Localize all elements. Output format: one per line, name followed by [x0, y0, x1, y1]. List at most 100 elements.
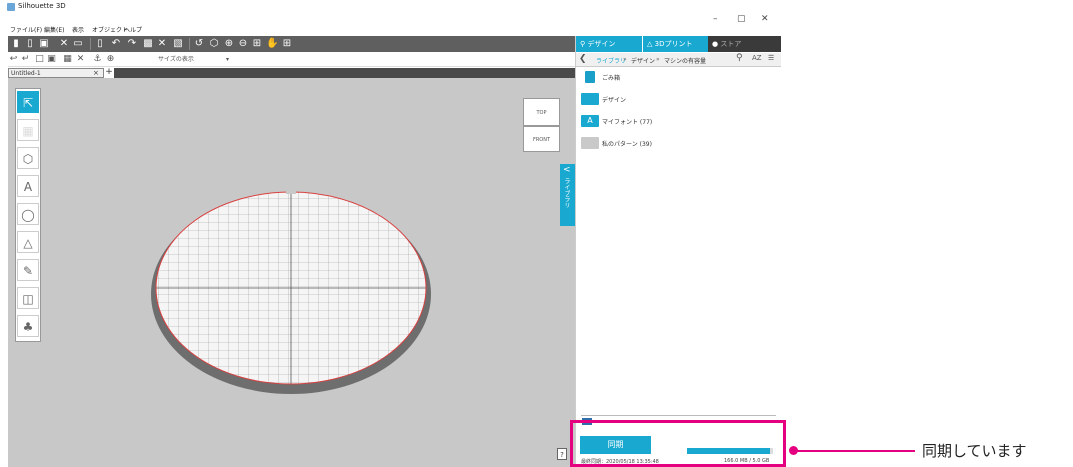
shape-tool-icon[interactable]: ◯ [17, 203, 39, 225]
document-tab-label: Untitled-1 [11, 70, 41, 77]
folder-icon [581, 93, 599, 105]
menu-file[interactable]: ファイル(F) [10, 25, 42, 34]
library-item-my-fonts[interactable]: A マイフォント (77) [576, 111, 781, 133]
panel-tabs: ⚲ デザイン △ 3Dプリント ● ストア [576, 36, 781, 52]
zoom-in-icon[interactable]: ⊕ [223, 38, 235, 50]
list-view-icon[interactable]: ☰ [768, 54, 774, 62]
edit-shape-icon[interactable]: ▧ [172, 38, 184, 50]
chevron-left-icon: < [563, 165, 571, 175]
cube-tool-icon[interactable]: ⬡ [17, 147, 39, 169]
delete-icon[interactable]: ✕ [156, 38, 168, 50]
chevron-down-icon: ▾ [226, 56, 230, 63]
anchor-icon[interactable]: ⚓ [92, 54, 103, 65]
breadcrumb-separator: » [623, 56, 627, 63]
arrow-up-icon[interactable]: ↵ [20, 54, 31, 65]
replicate-icon[interactable]: ▦ [62, 54, 73, 65]
view-cube-front[interactable]: FRONT [523, 126, 560, 152]
help-icon[interactable]: ? [557, 448, 567, 460]
align-icon[interactable]: □ [34, 54, 45, 65]
main-toolbar: ▮ ▯ ▣ ✕ ▭ ▯ ↶ ↷ ▩ ✕ ▧ ↺ ⬡ ⊕ ⊖ ⊞ ✋ ⊞ [8, 36, 575, 52]
library-toggle-button[interactable]: < ライブラリ [560, 164, 575, 226]
copy-icon[interactable]: ▭ [72, 38, 84, 50]
paste-icon[interactable]: ▯ [94, 38, 106, 50]
print-bed-grid [151, 188, 431, 394]
3d-view-icon[interactable]: ⬡ [208, 38, 220, 50]
panel-divider [581, 415, 776, 416]
menu-bar: ファイル(F) 編集(E) 表示 オブジェクト ヘルプ [0, 23, 780, 35]
pattern-icon [581, 137, 599, 149]
menu-edit[interactable]: 編集(E) [44, 25, 64, 34]
globe-icon: ⚲ [580, 40, 586, 48]
document-tab-strip: Untitled-1 × + [8, 68, 575, 78]
menu-object[interactable]: オブジェクト [92, 25, 128, 34]
size-display-select[interactable]: サイズの表示 ▾ [156, 54, 236, 65]
store-icon: ● [712, 40, 719, 48]
extrude-tool-icon[interactable]: △ [17, 231, 39, 253]
toolbar-separator [189, 38, 190, 50]
open-folder-icon[interactable]: ▯ [24, 38, 36, 50]
zoom-box-icon[interactable]: ⊞ [281, 38, 293, 50]
library-item-label: ごみ箱 [602, 75, 621, 82]
cut-icon[interactable]: ✕ [58, 38, 70, 50]
redo-icon[interactable]: ↷ [126, 38, 138, 50]
point-edit-tool-icon[interactable]: ▦ [17, 119, 39, 141]
font-icon: A [581, 115, 599, 127]
group-icon[interactable]: ▣ [46, 54, 57, 65]
breadcrumb-machine-storage[interactable]: マシンの有容量 [664, 56, 706, 65]
new-file-icon[interactable]: ▮ [10, 38, 22, 50]
zoom-out-icon[interactable]: ⊖ [237, 38, 249, 50]
text-tool-icon[interactable]: A [17, 175, 39, 197]
tab-store[interactable]: ● ストア [708, 36, 781, 52]
stamp-tool-icon[interactable]: ♣ [17, 315, 39, 337]
library-item-label: 私のパターン (39) [602, 141, 652, 148]
tab-store-label: ストア [720, 40, 742, 48]
app-title: Silhouette 3D [18, 2, 66, 10]
menu-help[interactable]: ヘルプ [124, 25, 142, 34]
trash-icon [585, 71, 595, 83]
size-select-label: サイズの表示 [158, 56, 194, 63]
library-item-design[interactable]: デザイン [576, 89, 781, 111]
secondary-toolbar: ↩ ↵ □ ▣ ▦ ✕ ⚓ ⊕ サイズの表示 ▾ [8, 53, 575, 67]
app-logo-icon [7, 3, 15, 11]
callout-text: 同期しています [922, 442, 1027, 460]
printer-icon: △ [647, 40, 653, 48]
breadcrumb-design[interactable]: デザイン [631, 56, 655, 65]
hand-pan-icon[interactable]: ✋ [266, 38, 278, 50]
add-tab-button[interactable]: + [104, 68, 114, 78]
breadcrumb-library[interactable]: ライブラリ [596, 56, 626, 65]
library-panel: ⚲ デザイン △ 3Dプリント ● ストア ❮ ライブラリ » デザイン » マ… [575, 36, 781, 467]
library-toggle-label: ライブラリ [563, 178, 570, 208]
library-item-trash[interactable]: ごみ箱 [576, 67, 781, 89]
breadcrumb-separator: » [656, 56, 660, 63]
knife-tool-icon[interactable]: ✎ [17, 259, 39, 281]
library-item-my-patterns[interactable]: 私のパターン (39) [576, 133, 781, 155]
sync-highlight-box [570, 420, 786, 467]
search-icon[interactable]: ⚲ [736, 53, 743, 63]
document-tab[interactable]: Untitled-1 × [8, 68, 104, 78]
callout-line [797, 450, 915, 452]
close-tab-icon[interactable]: × [93, 69, 99, 78]
back-chevron-icon[interactable]: ❮ [579, 54, 587, 64]
arrow-left-icon[interactable]: ↩ [8, 54, 19, 65]
tool-palette: ⇱ ▦ ⬡ A ◯ △ ✎ ◫ ♣ [15, 88, 41, 342]
design-canvas[interactable]: ⇱ ▦ ⬡ A ◯ △ ✎ ◫ ♣ TOP FRONT < ライブラリ ? [8, 78, 575, 467]
title-bar: Silhouette 3D – ▢ ✕ [0, 0, 780, 24]
sort-az-icon[interactable]: AZ [752, 54, 762, 62]
tab-design-label: デザイン [587, 40, 616, 48]
save-icon[interactable]: ▣ [38, 38, 50, 50]
menu-view[interactable]: 表示 [72, 25, 84, 34]
zoom-fit-icon[interactable]: ⊞ [251, 38, 263, 50]
view-cube-top[interactable]: TOP [523, 98, 560, 126]
library-item-label: マイフォント (77) [602, 119, 653, 126]
tab-3d-print[interactable]: △ 3Dプリント [642, 36, 708, 52]
select-tool-icon[interactable]: ⇱ [17, 91, 39, 113]
rotate-view-icon[interactable]: ↺ [193, 38, 205, 50]
undo-icon[interactable]: ↶ [110, 38, 122, 50]
tab-design[interactable]: ⚲ デザイン [576, 36, 642, 52]
add-point-icon[interactable]: ⊕ [105, 54, 116, 65]
remove-icon[interactable]: ✕ [75, 54, 86, 65]
toolbar-separator [90, 38, 91, 50]
slice-tool-icon[interactable]: ◫ [17, 287, 39, 309]
duplicate-icon[interactable]: ▩ [142, 38, 154, 50]
tab-3d-print-label: 3Dプリント [654, 40, 693, 48]
